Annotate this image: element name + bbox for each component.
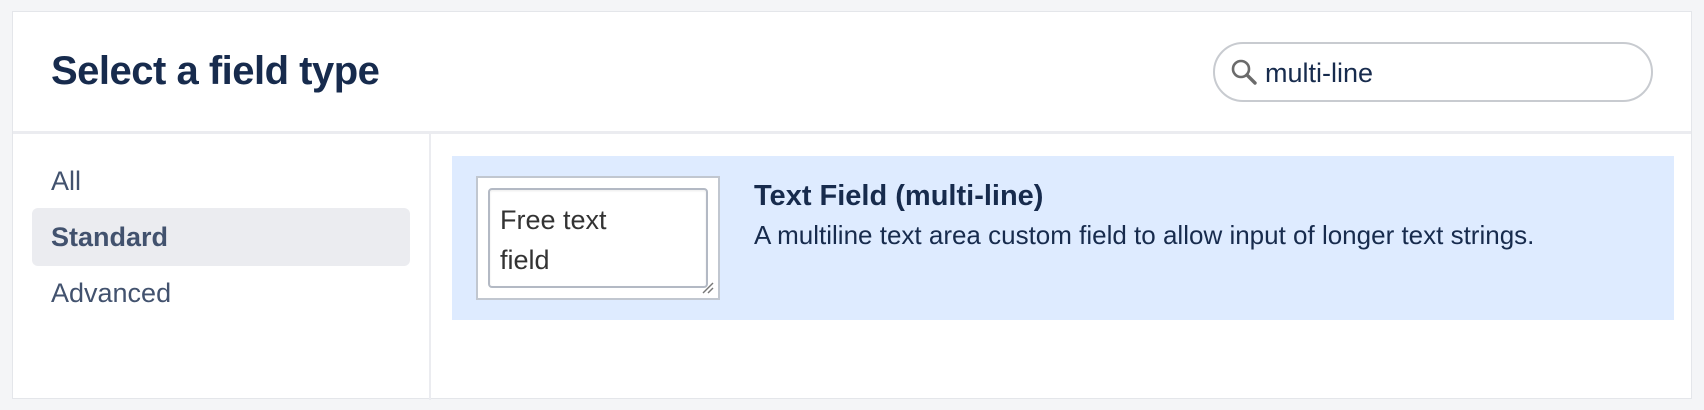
sidebar-item-label: All bbox=[51, 166, 82, 196]
dialog-title: Select a field type bbox=[51, 49, 380, 93]
search-icon bbox=[1231, 59, 1257, 85]
sidebar-item-standard[interactable]: Standard bbox=[32, 208, 410, 266]
sidebar-item-all[interactable]: All bbox=[32, 152, 410, 210]
resize-grip-icon bbox=[702, 282, 714, 294]
category-sidebar: All Standard Advanced bbox=[13, 134, 431, 400]
field-type-dialog: Select a field type All Standard Advance… bbox=[12, 11, 1692, 400]
field-type-title: Text Field (multi-line) bbox=[754, 180, 1044, 212]
field-preview: Free text field bbox=[476, 176, 720, 300]
search-input[interactable] bbox=[1263, 52, 1637, 94]
dialog-body: All Standard Advanced Free text field Te… bbox=[13, 134, 1691, 400]
preview-textarea: Free text field bbox=[488, 188, 708, 288]
sidebar-item-label: Standard bbox=[51, 222, 169, 252]
sidebar-item-label: Advanced bbox=[51, 278, 172, 308]
dialog-header: Select a field type bbox=[13, 12, 1691, 134]
field-type-option[interactable]: Free text field Text Field (multi-line) … bbox=[452, 156, 1674, 320]
field-type-description: A multiline text area custom field to al… bbox=[754, 220, 1535, 250]
search-box[interactable] bbox=[1213, 42, 1653, 102]
results-panel: Free text field Text Field (multi-line) … bbox=[431, 134, 1691, 400]
sidebar-item-advanced[interactable]: Advanced bbox=[32, 264, 410, 322]
